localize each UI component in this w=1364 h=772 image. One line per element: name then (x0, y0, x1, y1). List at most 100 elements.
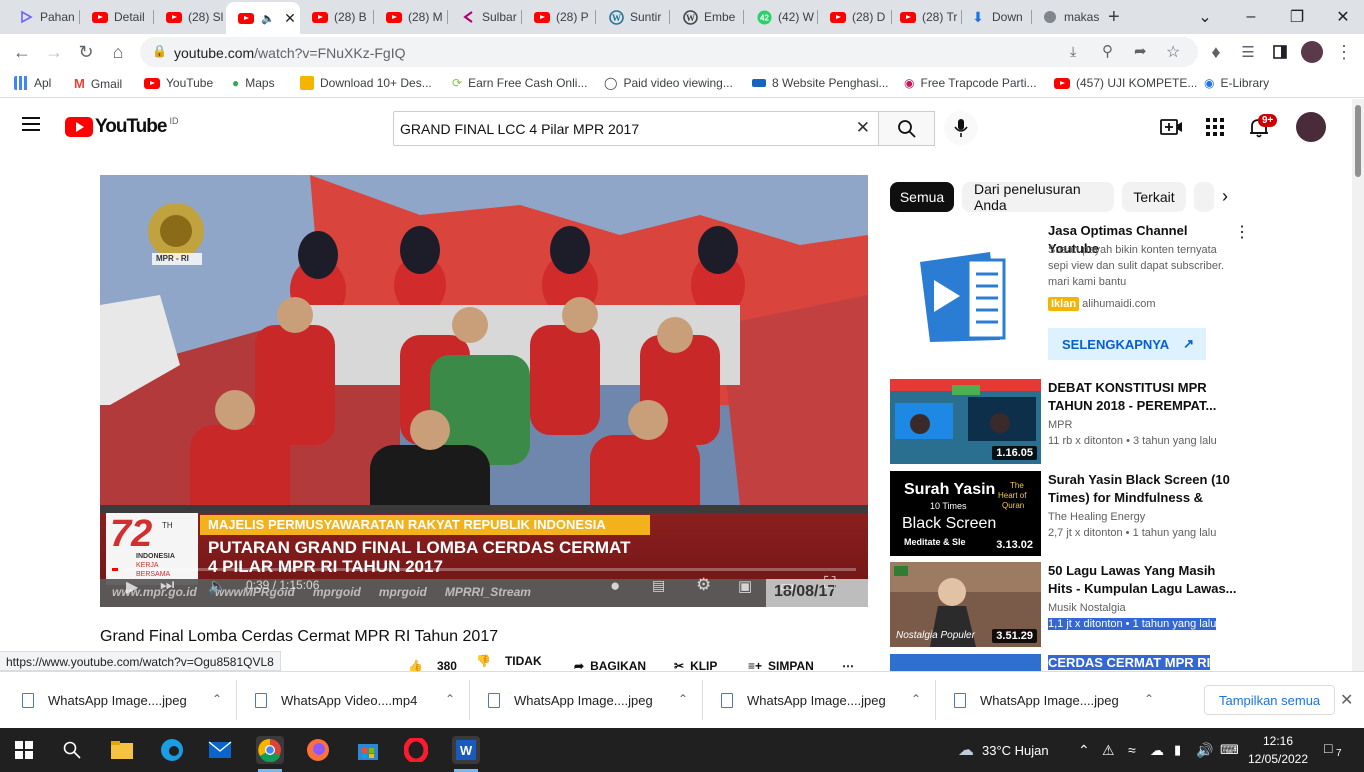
browser-tab[interactable]: 42 (42) W (744, 4, 818, 30)
browser-tab[interactable]: (28) D (818, 4, 892, 30)
zoom-icon[interactable]: ⚲ (1102, 42, 1113, 60)
browser-tab[interactable]: (28) B (300, 4, 374, 30)
profile-avatar[interactable] (1298, 38, 1326, 66)
autoplay-toggle[interactable]: ● (610, 576, 620, 596)
download-item[interactable]: WhatsApp Image....jpeg ⌃ (721, 672, 921, 729)
chevron-right-icon[interactable]: › (1222, 186, 1228, 207)
reload-icon[interactable]: ↻ (72, 38, 100, 66)
apps-grid-icon[interactable] (1206, 118, 1224, 141)
fullscreen-icon[interactable]: ⛶ (824, 575, 835, 593)
bookmark-item[interactable]: 8 Website Penghasi... (752, 76, 889, 90)
download-item[interactable]: WhatsApp Video....mp4 ⌃ (255, 672, 455, 729)
chevron-up-icon[interactable]: ⌃ (212, 692, 222, 706)
video-thumbnail[interactable]: Surah Yasin 10 Times Black Screen Medita… (890, 471, 1041, 556)
mail-icon[interactable] (206, 736, 234, 764)
captions-icon[interactable]: ▤ (652, 577, 665, 594)
recommended-video[interactable]: CERDAS CERMAT MPR RI (890, 654, 1350, 671)
bookmark-item[interactable]: ◉ Free Trapcode Parti... (904, 76, 1037, 90)
browser-tab[interactable]: ⬇ Down (958, 4, 1032, 30)
chevron-up-icon[interactable]: ⌃ (911, 692, 921, 706)
network-warning-icon[interactable]: ⚠ (1102, 728, 1115, 772)
language-icon[interactable]: ⌨ (1220, 728, 1239, 772)
weather-widget[interactable]: ☁ 33°C Hujan (958, 728, 1049, 772)
settings-gear-icon[interactable]: ⚙ (696, 575, 711, 595)
side-panel-icon[interactable] (1266, 38, 1294, 66)
minimize-icon[interactable]: – (1228, 0, 1274, 34)
search-icon[interactable] (58, 736, 86, 764)
bookmark-star-icon[interactable]: ☆ (1166, 42, 1180, 62)
battery-icon[interactable]: ▮ (1174, 728, 1181, 772)
firefox-icon[interactable] (304, 736, 332, 764)
scrollbar-thumb[interactable] (1355, 105, 1361, 177)
volume-icon[interactable]: 🔈 (208, 577, 227, 595)
chevron-up-icon[interactable]: ⌃ (678, 692, 688, 706)
channel-name[interactable]: The Healing Energy (1048, 511, 1145, 523)
recommended-video[interactable]: 1.16.05 DEBAT KONSTITUSI MPR TAHUN 2018 … (890, 379, 1350, 464)
hamburger-menu-icon[interactable] (22, 116, 42, 137)
windows-start-icon[interactable] (10, 736, 38, 764)
browser-tab[interactable]: W Suntir (596, 4, 670, 30)
onedrive-icon[interactable]: ☁ (1150, 728, 1164, 772)
chevron-up-icon[interactable]: ⌃ (445, 692, 455, 706)
menu-icon[interactable]: ⋮ (1330, 38, 1358, 66)
download-item[interactable]: WhatsApp Image....jpeg ⌃ (22, 672, 222, 729)
home-icon[interactable]: ⌂ (104, 38, 132, 66)
bookmark-item[interactable]: (457) UJI KOMPETE... (1054, 76, 1197, 90)
miniplayer-icon[interactable]: ▣ (738, 577, 752, 595)
extensions-icon[interactable]: ♦ (1202, 38, 1230, 66)
channel-name[interactable]: MPR (1048, 419, 1072, 431)
page-scrollbar[interactable] (1352, 99, 1364, 671)
youtube-logo[interactable]: YouTube ID (65, 116, 178, 138)
ad-card[interactable]: Jasa Optimas Channel Youtube Susah payah… (890, 222, 1350, 372)
browser-tab[interactable]: (28) M (374, 4, 448, 30)
store-icon[interactable] (354, 736, 382, 764)
channel-name[interactable]: Musik Nostalgia (1048, 602, 1126, 614)
notification-center-icon[interactable]: □ (1324, 740, 1332, 756)
browser-tab[interactable]: (28) Tr (888, 4, 962, 30)
video-thumbnail[interactable] (890, 654, 1041, 671)
chip-from-search[interactable]: Dari penelusuran Anda (962, 181, 1114, 213)
clear-search-icon[interactable]: ✕ (856, 118, 870, 138)
browser-tab[interactable]: W Embe (670, 4, 744, 30)
word-icon[interactable]: W (452, 736, 480, 764)
video-title[interactable]: 50 Lagu Lawas Yang Masih Hits - Kumpulan… (1048, 562, 1238, 598)
file-explorer-icon[interactable] (108, 736, 136, 764)
browser-tab[interactable]: Detail (80, 4, 154, 30)
browser-tab[interactable]: Pahan (6, 4, 80, 30)
bookmark-item[interactable]: ⟳ Earn Free Cash Onli... (452, 76, 587, 90)
bookmark-apps[interactable]: Apl (14, 76, 51, 90)
bookmark-item[interactable]: ● Maps (232, 76, 275, 90)
download-item[interactable]: WhatsApp Image....jpeg ⌃ (488, 672, 688, 729)
next-button[interactable]: ⏭ (160, 577, 174, 595)
video-thumbnail[interactable]: Nostalgia Populer 3.51.29 (890, 562, 1041, 647)
bookmark-item[interactable]: ◯ Paid video viewing... (604, 76, 733, 90)
close-tab-icon[interactable]: ✕ (282, 10, 298, 26)
voice-search-button[interactable] (944, 111, 978, 145)
media-control-icon[interactable]: ☰ (1234, 38, 1262, 66)
video-thumbnail[interactable]: 1.16.05 (890, 379, 1041, 464)
browser-tab[interactable]: (28) P (522, 4, 596, 30)
forward-icon[interactable]: → (40, 38, 68, 66)
new-tab-icon[interactable]: + (1108, 6, 1120, 29)
show-hidden-icons-icon[interactable]: ⌃ (1078, 728, 1090, 772)
search-button[interactable] (878, 111, 935, 146)
play-button[interactable]: ▶ (126, 577, 138, 597)
chip-related[interactable]: Terkait (1122, 182, 1186, 212)
show-all-downloads-button[interactable]: Tampilkan semua (1204, 685, 1336, 715)
video-title[interactable]: Surah Yasin Black Screen (10 Times) for … (1048, 471, 1238, 507)
browser-tab[interactable]: (28) Sl (154, 4, 228, 30)
more-options-icon[interactable]: ⋮ (1234, 222, 1250, 242)
share-icon[interactable]: ➦ (1134, 42, 1147, 60)
chevron-up-icon[interactable]: ⌃ (1144, 692, 1154, 706)
video-player[interactable]: MPR - RI MAJELIS PERMUSYAWARATAN RAKYAT … (100, 175, 868, 607)
bookmark-item[interactable]: Download 10+ Des... (300, 76, 432, 90)
ad-thumbnail[interactable] (890, 222, 1041, 372)
address-bar[interactable]: 🔒 youtube.com/watch?v=FNuXKz-FgIQ ⤓ ⚲ ➦ … (140, 37, 1198, 67)
ad-cta-button[interactable]: SELENGKAPNYA ↗ (1048, 328, 1206, 360)
lock-icon[interactable]: 🔒 (152, 44, 167, 58)
bookmark-item[interactable]: M Gmail (74, 76, 122, 91)
download-item[interactable]: WhatsApp Image....jpeg ⌃ (954, 672, 1154, 729)
recommended-video[interactable]: Surah Yasin 10 Times Black Screen Medita… (890, 471, 1350, 556)
clock[interactable]: 12:16 12/05/2022 (1246, 732, 1310, 768)
progress-bar[interactable] (112, 568, 856, 571)
